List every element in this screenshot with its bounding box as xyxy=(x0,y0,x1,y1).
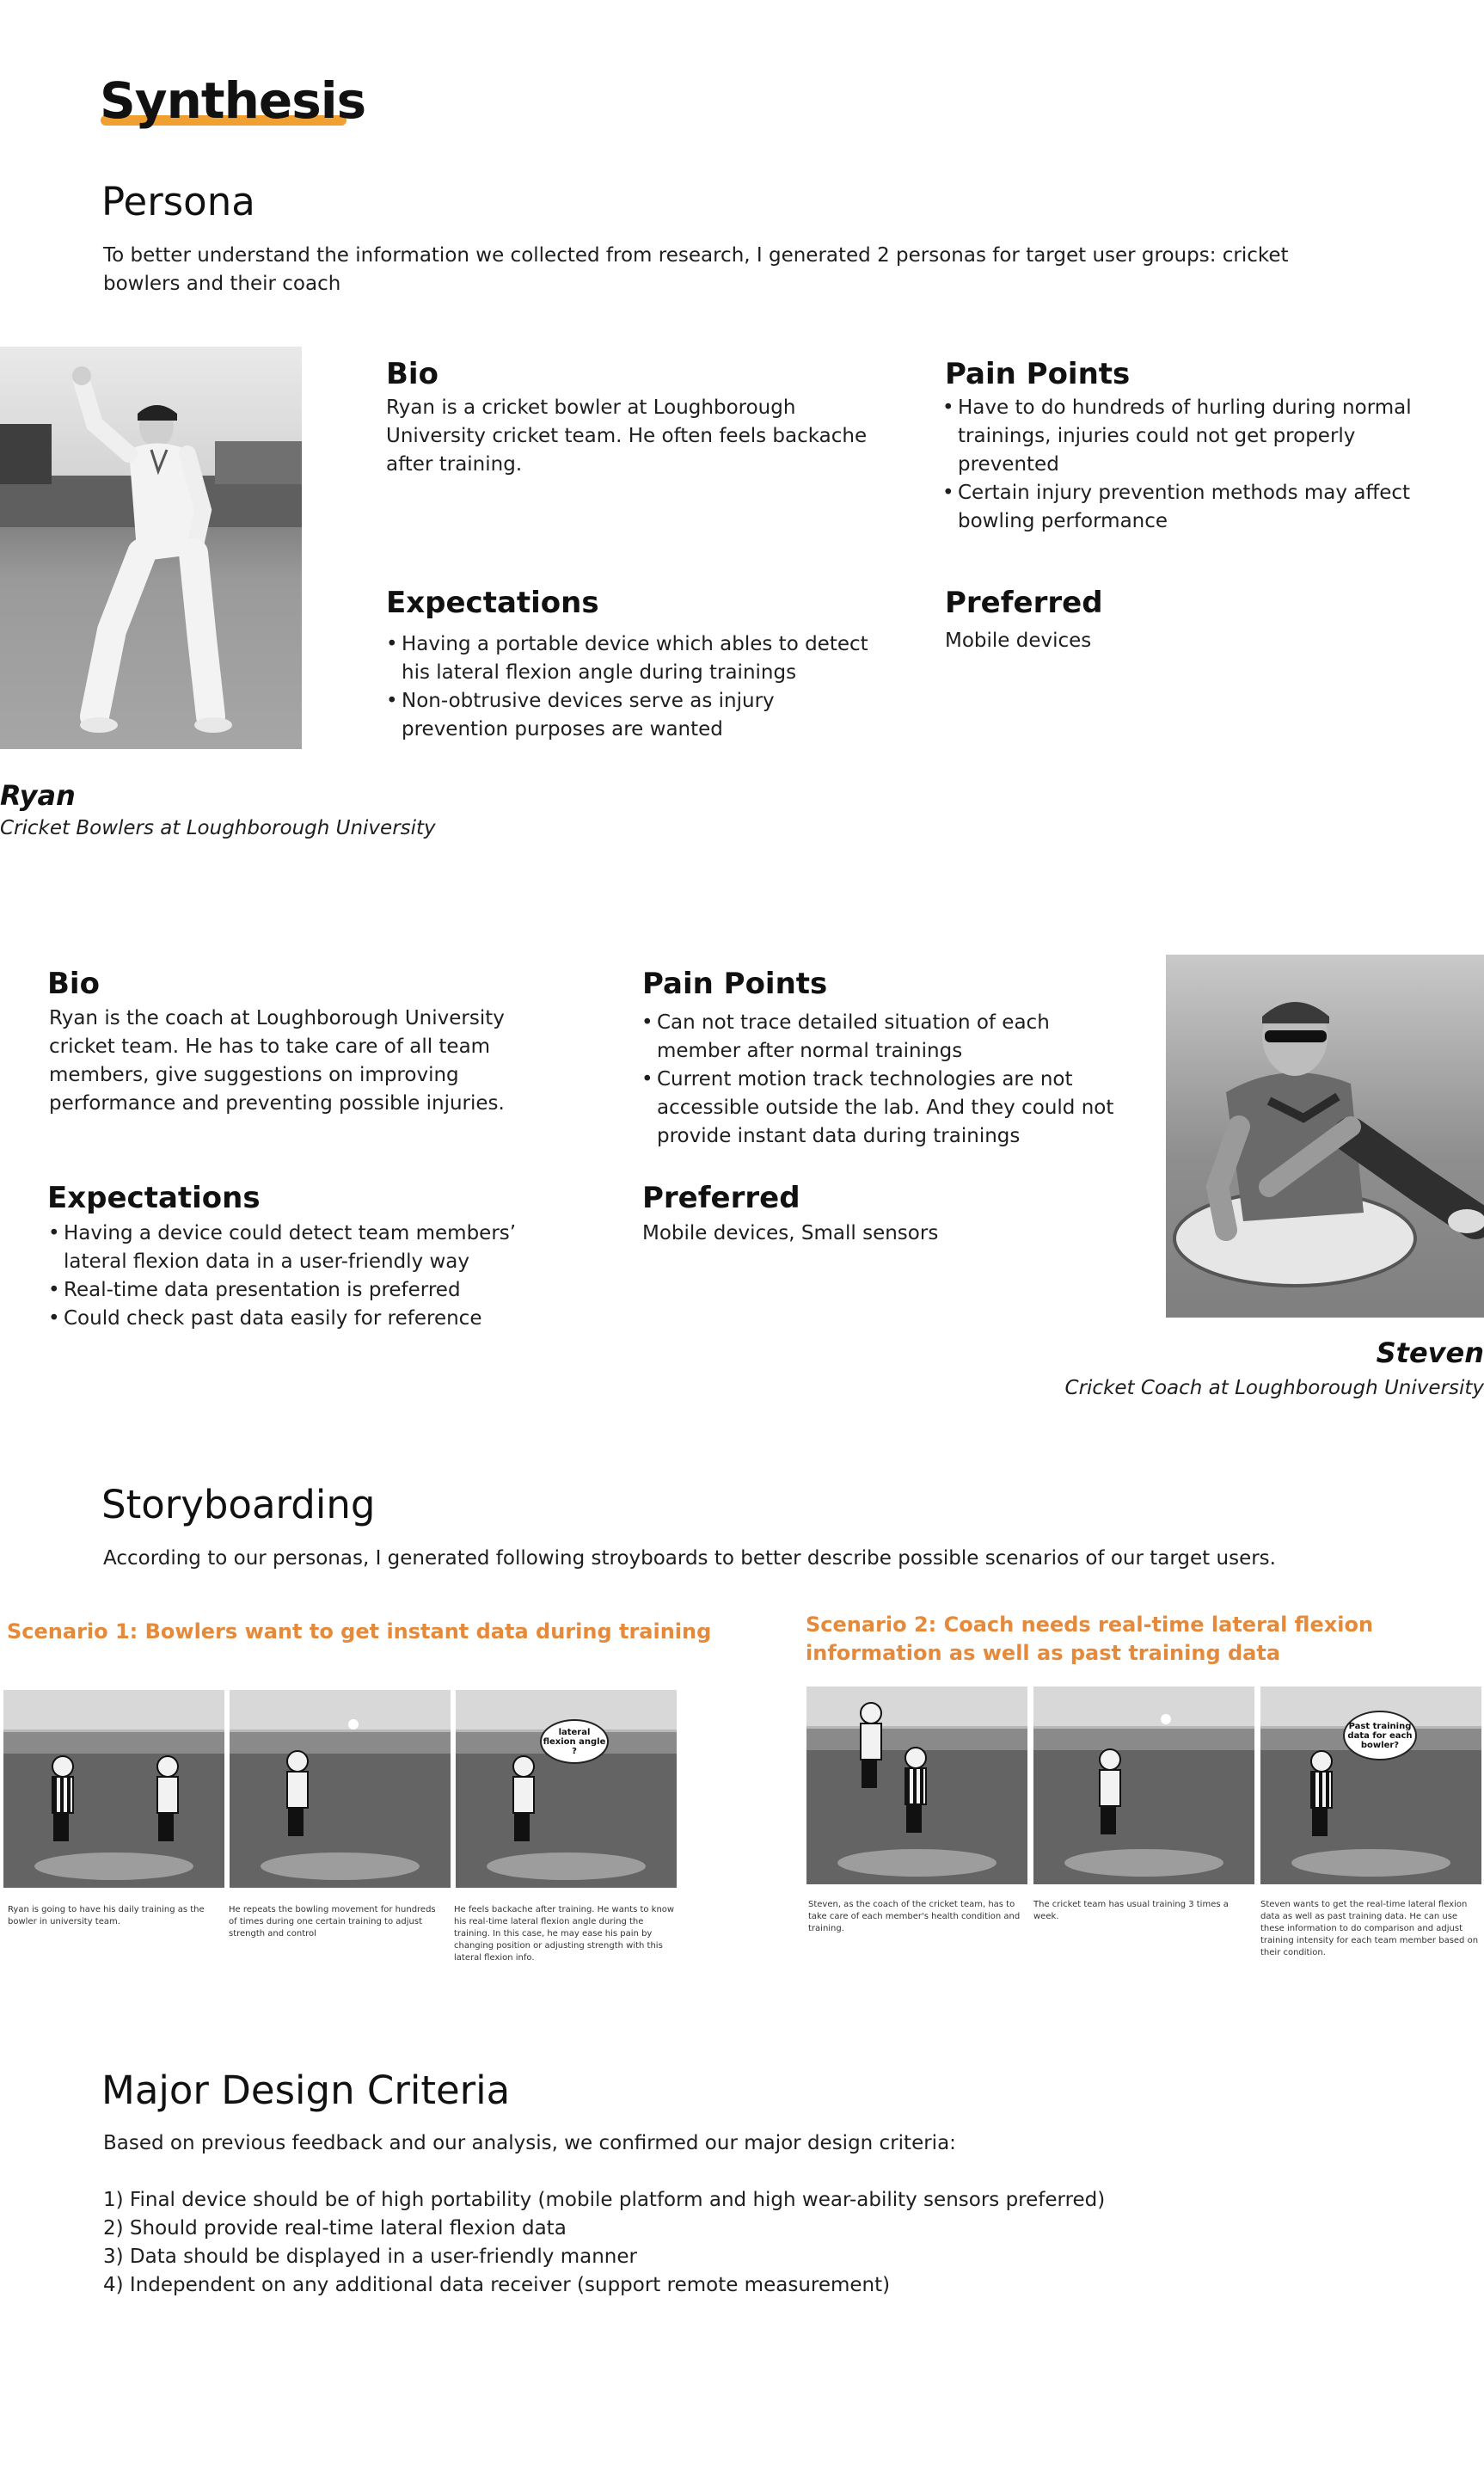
scenario1-caption-1: Ryan is going to have his daily training… xyxy=(8,1905,205,1926)
ryan-photo xyxy=(0,347,302,749)
persona2-name: Steven xyxy=(1376,1336,1484,1369)
storyboard-intro: According to our personas, I generated f… xyxy=(103,1547,1276,1570)
persona2-pain-item: Can not trace detailed situation of each… xyxy=(641,1009,1123,1066)
persona2-expectation-item: Real-time data presentation is preferred xyxy=(48,1276,530,1305)
steven-photo xyxy=(1166,955,1484,1318)
scenario2-title: Scenario 2: Coach needs real-time latera… xyxy=(806,1613,1374,1665)
persona1-bio-title: Bio xyxy=(386,357,438,391)
scenario1-caption-2: He repeats the bowling movement for hund… xyxy=(229,1905,436,1939)
scenario2-panel-1 xyxy=(806,1687,1027,1884)
scenario2-panel-3: Past training data for each bowler? xyxy=(1260,1687,1481,1884)
persona2-expectations-title: Expectations xyxy=(47,1181,261,1215)
persona1-expectation-item: Having a portable device which ables to … xyxy=(386,630,885,687)
persona1-preferred: Mobile devices xyxy=(945,630,1092,652)
criteria-item: 4) Independent on any additional data re… xyxy=(103,2274,891,2296)
scenario1-panel-1 xyxy=(3,1690,224,1888)
persona1-name: Ryan xyxy=(0,779,76,812)
persona1-bio: Ryan is a cricket bowler at Loughborough… xyxy=(386,396,868,476)
scenario1-title: Scenario 1: Bowlers want to get instant … xyxy=(7,1619,712,1644)
persona2-role: Cricket Coach at Loughborough University xyxy=(1064,1377,1484,1399)
persona1-role: Cricket Bowlers at Loughborough Universi… xyxy=(0,817,436,839)
ryan-photo-illustration xyxy=(0,366,302,733)
persona1-expectation-item: Non-obtrusive devices serve as injury pr… xyxy=(386,687,885,744)
persona2-preferred-title: Preferred xyxy=(642,1181,800,1215)
persona-intro: To better understand the information we … xyxy=(103,244,1289,295)
criteria-item: 3) Data should be displayed in a user-fr… xyxy=(103,2246,637,2268)
criteria-item: 2) Should provide real-time lateral flex… xyxy=(103,2217,567,2240)
criteria-list: 1) Final device should be of high portab… xyxy=(103,2186,1436,2300)
persona1-expectations-list: Having a portable device which ables to … xyxy=(386,630,885,744)
scenario2-caption-1: Steven, as the coach of the cricket team… xyxy=(808,1900,1021,1933)
criteria-item: 1) Final device should be of high portab… xyxy=(103,2189,1106,2211)
scenario2-caption-2: The cricket team has usual training 3 ti… xyxy=(1033,1900,1229,1921)
scenario1-panel-2 xyxy=(230,1690,451,1888)
criteria-intro: Based on previous feedback and our analy… xyxy=(103,2132,956,2154)
persona2-pain-item: Current motion track technologies are no… xyxy=(641,1066,1123,1151)
persona1-pain-title: Pain Points xyxy=(945,357,1131,391)
scenario1-caption-3: He feels backache after training. He wan… xyxy=(454,1905,675,1963)
persona1-pain-list: Have to do hundreds of hurling during no… xyxy=(942,394,1441,536)
persona2-pain-list: Can not trace detailed situation of each… xyxy=(641,1009,1123,1151)
persona1-expectations-title: Expectations xyxy=(386,586,599,620)
persona-section-title: Persona xyxy=(101,179,255,224)
page-title: Synthesis xyxy=(100,71,366,130)
persona2-bio: Ryan is the coach at Loughborough Univer… xyxy=(49,1007,505,1115)
scenario2-caption-3: Steven wants to get the real-time latera… xyxy=(1260,1900,1479,1957)
criteria-title: Major Design Criteria xyxy=(101,2068,511,2113)
scenario1-panel-3: lateral flexion angle ? xyxy=(456,1690,677,1888)
scenario1-thought-bubble: lateral flexion angle ? xyxy=(540,1719,609,1764)
persona2-expectations-list: Having a device could detect team member… xyxy=(48,1220,530,1333)
persona1-preferred-title: Preferred xyxy=(945,586,1103,620)
persona2-expectation-item: Could check past data easily for referen… xyxy=(48,1305,530,1333)
persona2-pain-title: Pain Points xyxy=(642,967,828,1001)
persona2-preferred: Mobile devices, Small sensors xyxy=(642,1222,939,1244)
persona1-pain-item: Certain injury prevention methods may af… xyxy=(942,479,1441,536)
scenario2-thought-bubble: Past training data for each bowler? xyxy=(1343,1711,1417,1760)
steven-photo-illustration xyxy=(1173,997,1484,1287)
storyboard-title: Storyboarding xyxy=(101,1482,376,1527)
scenario2-panel-2 xyxy=(1033,1687,1254,1884)
persona2-bio-title: Bio xyxy=(47,967,100,1001)
persona2-expectation-item: Having a device could detect team member… xyxy=(48,1220,530,1276)
persona1-pain-item: Have to do hundreds of hurling during no… xyxy=(942,394,1441,479)
